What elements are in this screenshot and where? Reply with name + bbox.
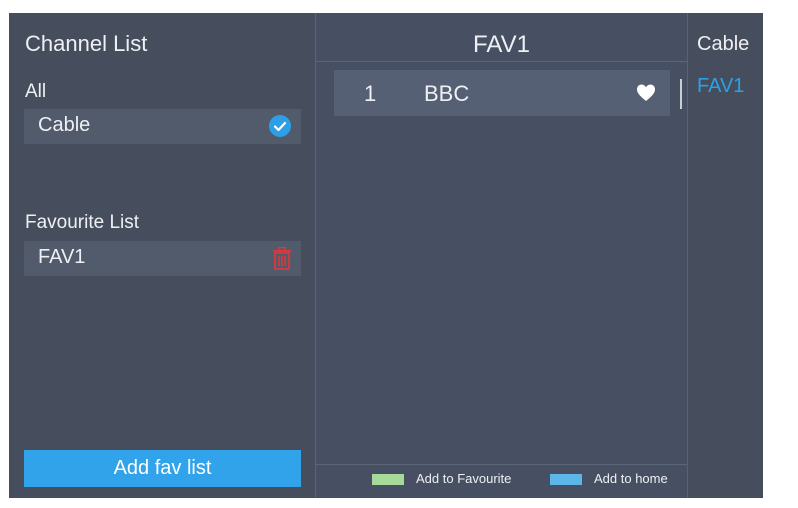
check-circle-icon (269, 115, 291, 137)
channel-name: BBC (424, 81, 470, 106)
add-fav-list-label: Add fav list (113, 457, 212, 479)
heart-icon (636, 83, 656, 103)
divider (316, 61, 687, 62)
list-selector-panel: Cable FAV1 (688, 13, 763, 498)
divider (316, 464, 687, 465)
legend-label: Add to home (594, 471, 668, 486)
channel-list-panel: Channel List All Cable Favourite List FA… (9, 13, 315, 498)
favourite-section-label: Favourite List (25, 212, 140, 233)
list-item-label: Cable (38, 114, 91, 136)
channel-row[interactable]: 1 BBC (334, 70, 670, 116)
trash-icon[interactable] (271, 246, 293, 271)
list-item-fav1[interactable]: FAV1 (24, 241, 301, 276)
panel-title: Channel List (25, 31, 148, 56)
add-fav-list-button[interactable]: Add fav list (24, 450, 301, 487)
blue-key-swatch (550, 474, 582, 485)
panel-title: FAV1 (473, 31, 530, 58)
list-item-label: FAV1 (38, 246, 86, 268)
all-section-label: All (25, 81, 47, 102)
scrollbar[interactable] (680, 79, 682, 109)
green-key-swatch (372, 474, 404, 485)
list-option-cable[interactable]: Cable (697, 33, 749, 56)
favourite-channels-panel: FAV1 1 BBC Add to Favourite Add to home (315, 13, 688, 498)
channel-number: 1 (364, 81, 377, 106)
legend-label: Add to Favourite (416, 471, 512, 486)
tv-screen: Channel List All Cable Favourite List FA… (9, 13, 763, 498)
list-item-cable[interactable]: Cable (24, 109, 301, 144)
list-option-fav1[interactable]: FAV1 (697, 75, 744, 98)
